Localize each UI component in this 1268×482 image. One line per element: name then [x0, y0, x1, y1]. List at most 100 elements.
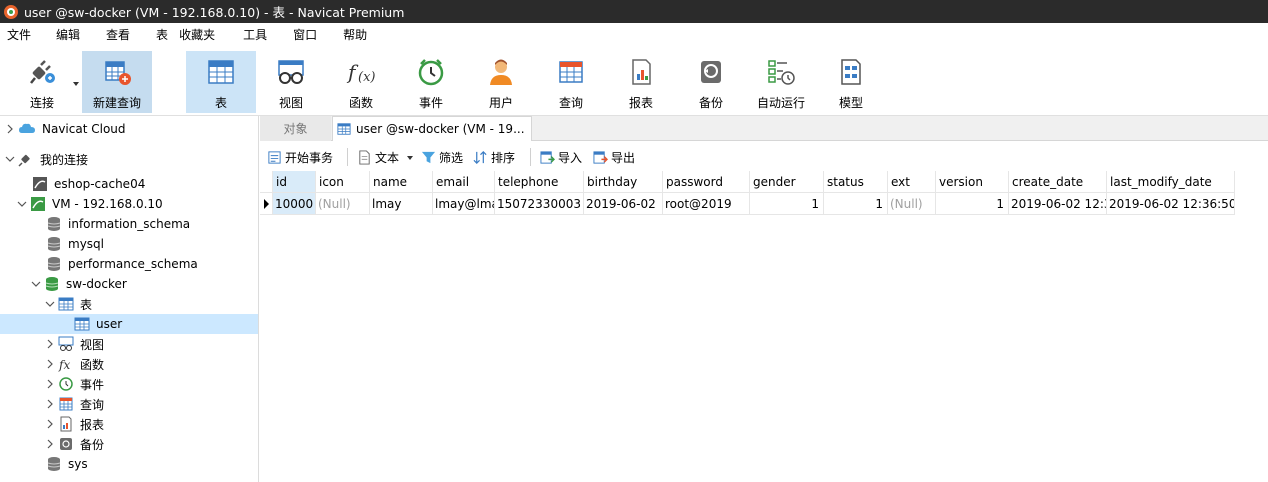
- tree-label: user: [96, 317, 123, 331]
- query-button[interactable]: 查询: [541, 51, 601, 113]
- transaction-icon: [268, 151, 281, 164]
- tree-node-db-sw-docker[interactable]: sw-docker: [30, 274, 127, 294]
- cell-last-modify-date[interactable]: 2019-06-02 12:36:50: [1107, 193, 1235, 215]
- column-header-telephone[interactable]: telephone: [495, 171, 584, 193]
- tree-node-tables[interactable]: 表: [44, 294, 92, 314]
- chevron-down-icon: [407, 155, 414, 160]
- tab-objects[interactable]: 对象: [260, 116, 331, 141]
- cell-ext[interactable]: (Null): [888, 193, 936, 215]
- table-row[interactable]: 10000 (Null) lmay lmay@lma 15072330003 2…: [260, 193, 1235, 215]
- cell-id[interactable]: 10000: [273, 193, 316, 215]
- view-label: 视图: [278, 96, 303, 110]
- menu-view[interactable]: 查看: [80, 23, 130, 48]
- column-header-gender[interactable]: gender: [750, 171, 824, 193]
- function-label: 函数: [348, 96, 373, 110]
- tree-node-views[interactable]: 视图: [44, 334, 104, 354]
- backup-button[interactable]: 备份: [681, 51, 741, 113]
- tree-node-functions[interactable]: fx 函数: [44, 354, 104, 374]
- new-query-label: 新建查询: [92, 96, 141, 110]
- tree-node-db-sys[interactable]: sys: [46, 454, 88, 474]
- title-bar: user @sw-docker (VM - 192.168.0.10) - 表 …: [0, 0, 1268, 23]
- database-icon: [47, 257, 61, 271]
- menu-table[interactable]: 表: [130, 23, 168, 48]
- chevron-right-icon: [47, 339, 53, 349]
- column-header-email[interactable]: email: [433, 171, 495, 193]
- automation-button[interactable]: 自动运行: [751, 51, 811, 113]
- user-button[interactable]: 用户: [471, 51, 531, 113]
- tree-node-db-information-schema[interactable]: information_schema: [46, 214, 190, 234]
- column-header-birthday[interactable]: birthday: [584, 171, 663, 193]
- tree-node-navicat-cloud[interactable]: Navicat Cloud: [4, 119, 126, 139]
- tree-node-connection-eshop[interactable]: eshop-cache04: [32, 174, 145, 194]
- cell-version[interactable]: 1: [936, 193, 1009, 215]
- database-icon: [47, 217, 61, 231]
- table-button[interactable]: 表: [186, 51, 256, 113]
- row-indicator[interactable]: [260, 193, 273, 215]
- cell-birthday[interactable]: 2019-06-02: [584, 193, 663, 215]
- tree-node-queries[interactable]: 查询: [44, 394, 104, 414]
- column-header-password[interactable]: password: [663, 171, 750, 193]
- begin-transaction-button[interactable]: 开始事务: [267, 147, 333, 169]
- tab-user-table[interactable]: user @sw-docker (VM - 19...: [332, 116, 532, 141]
- chevron-down-icon: [5, 156, 15, 162]
- backup-label: 备份: [698, 96, 723, 110]
- main-panel: 对象 user @sw-docker (VM - 19... 开始事务 文本 筛…: [260, 116, 1268, 482]
- menu-edit[interactable]: 编辑: [31, 23, 80, 48]
- user-label: 用户: [488, 96, 513, 110]
- column-header-icon[interactable]: icon: [316, 171, 370, 193]
- tree-node-db-mysql[interactable]: mysql: [46, 234, 104, 254]
- chevron-down-icon: [73, 82, 79, 86]
- filter-label: 筛选: [439, 151, 464, 165]
- toolbar-separator: [347, 148, 348, 166]
- column-header-version[interactable]: version: [936, 171, 1009, 193]
- mysql-connection-active-icon: [31, 197, 45, 211]
- tree-node-my-connections[interactable]: 我的连接: [4, 149, 88, 169]
- menu-tools[interactable]: 工具: [215, 23, 267, 48]
- cell-telephone[interactable]: 15072330003: [495, 193, 584, 215]
- cell-gender[interactable]: 1: [750, 193, 824, 215]
- report-button[interactable]: 报表: [611, 51, 671, 113]
- menu-favorites[interactable]: 收藏夹: [168, 23, 215, 48]
- chevron-right-icon: [47, 419, 53, 429]
- column-header-last-modify-date[interactable]: last_modify_date: [1107, 171, 1235, 193]
- event-button[interactable]: 事件: [401, 51, 461, 113]
- export-button[interactable]: 导出: [593, 147, 635, 169]
- tree-node-db-performance-schema[interactable]: performance_schema: [46, 254, 198, 274]
- tree-node-events[interactable]: 事件: [44, 374, 104, 394]
- cloud-icon: [19, 123, 35, 133]
- cell-password[interactable]: root@2019: [663, 193, 750, 215]
- text-button[interactable]: 文本: [357, 147, 414, 169]
- filter-button[interactable]: 筛选: [421, 147, 463, 169]
- column-header-id[interactable]: id: [273, 171, 316, 193]
- connect-button[interactable]: 连接: [12, 51, 72, 113]
- tree-label: 视图: [80, 337, 105, 352]
- cell-status[interactable]: 1: [824, 193, 888, 215]
- column-header-status[interactable]: status: [824, 171, 888, 193]
- cell-icon[interactable]: (Null): [316, 193, 370, 215]
- cell-name[interactable]: lmay: [370, 193, 433, 215]
- query-icon: [559, 61, 583, 83]
- view-button[interactable]: 视图: [261, 51, 321, 113]
- tree-node-reports[interactable]: 报表: [44, 414, 104, 434]
- tree-node-backups[interactable]: 备份: [44, 434, 104, 454]
- column-header-name[interactable]: name: [370, 171, 433, 193]
- mysql-connection-icon: [33, 177, 47, 191]
- menu-window[interactable]: 窗口: [267, 23, 317, 48]
- new-query-button[interactable]: 新建查询: [82, 51, 152, 113]
- import-button[interactable]: 导入: [540, 147, 582, 169]
- menu-file[interactable]: 文件: [0, 23, 31, 48]
- cell-create-date[interactable]: 2019-06-02 12:3: [1009, 193, 1107, 215]
- tab-bar: 对象 user @sw-docker (VM - 19...: [260, 116, 1268, 141]
- connect-dropdown-arrow[interactable]: [72, 76, 80, 86]
- backup-icon: [701, 61, 721, 83]
- function-button[interactable]: f (x) 函数: [331, 51, 391, 113]
- column-header-ext[interactable]: ext: [888, 171, 936, 193]
- tree-node-table-user[interactable]: user: [0, 314, 258, 334]
- column-header-create-date[interactable]: create_date: [1009, 171, 1107, 193]
- tree-label: sw-docker: [66, 277, 127, 291]
- menu-help[interactable]: 帮助: [317, 23, 367, 48]
- cell-email[interactable]: lmay@lma: [433, 193, 495, 215]
- tree-node-connection-vm[interactable]: VM - 192.168.0.10: [16, 194, 163, 214]
- model-button[interactable]: 模型: [821, 51, 881, 113]
- sort-button[interactable]: 排序: [473, 147, 515, 169]
